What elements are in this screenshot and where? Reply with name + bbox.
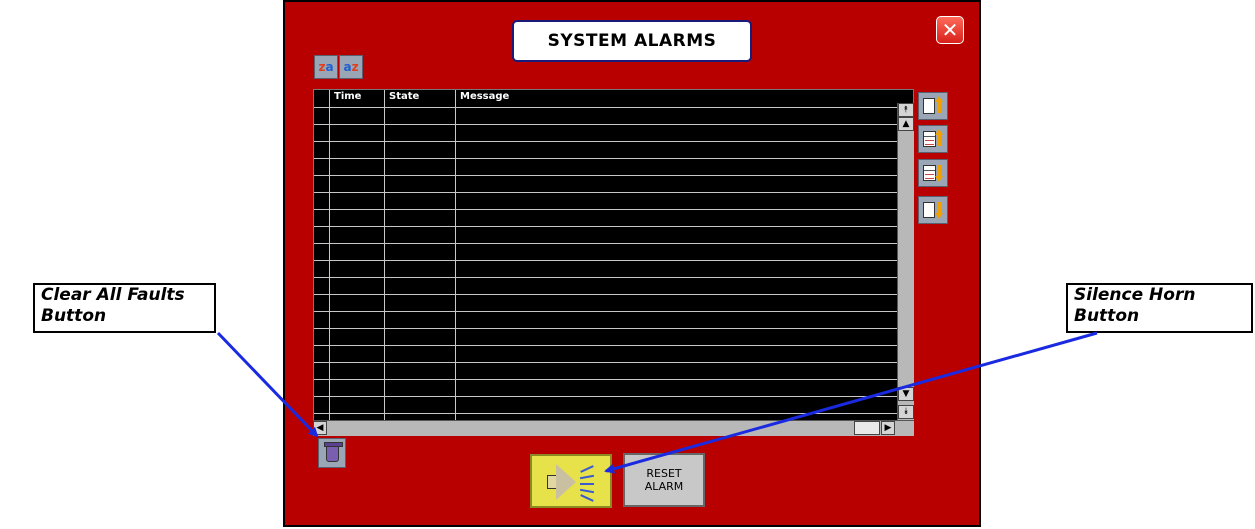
- reset-alarm-label-line1: RESET: [646, 466, 682, 480]
- vertical-scrollbar[interactable]: ⯭ ▲ ▼ ⯯: [897, 103, 914, 422]
- scroll-up-button[interactable]: [918, 125, 948, 153]
- table-row: [314, 277, 913, 278]
- scroll-top-icon[interactable]: ⯭: [898, 103, 914, 117]
- table-row: [314, 413, 913, 414]
- scroll-thumb[interactable]: [854, 421, 880, 435]
- scroll-right-arrow-icon[interactable]: ▶: [881, 421, 895, 435]
- table-row: [314, 396, 913, 397]
- window-title: SYSTEM ALARMS: [512, 20, 752, 62]
- column-divider: [329, 90, 330, 421]
- callout-silence-horn: Silence Horn Button: [1066, 283, 1253, 333]
- close-button[interactable]: ✕: [936, 16, 964, 44]
- table-row: [314, 362, 913, 363]
- scroll-left-arrow-icon[interactable]: ◀: [313, 421, 327, 435]
- column-header-state[interactable]: State: [389, 91, 419, 102]
- alarm-table[interactable]: Time State Message: [313, 89, 914, 422]
- last-page-button[interactable]: [918, 196, 948, 224]
- table-row: [314, 209, 913, 210]
- clear-all-faults-button[interactable]: [318, 438, 346, 468]
- scroll-down-arrow-icon[interactable]: ▼: [898, 387, 914, 401]
- callout-silence-line1: Silence Horn: [1074, 285, 1196, 305]
- sort-b-icon: az: [343, 60, 359, 74]
- callout-clear-all-faults: Clear All Faults Button: [33, 283, 216, 333]
- first-page-button[interactable]: [918, 92, 948, 120]
- table-row: [314, 141, 913, 142]
- table-row: [314, 294, 913, 295]
- alarm-panel: SYSTEM ALARMS ✕ za az Time State Message…: [283, 0, 981, 527]
- table-row: [314, 311, 913, 312]
- table-row: [314, 158, 913, 159]
- callout-clear-line2: Button: [41, 306, 107, 327]
- column-divider: [384, 90, 385, 421]
- callout-silence-line2: Button: [1074, 306, 1140, 327]
- silence-horn-button[interactable]: [530, 454, 612, 508]
- table-row: [314, 192, 913, 193]
- trash-icon: [324, 442, 343, 462]
- table-row: [314, 124, 913, 125]
- table-header: Time State Message: [314, 90, 913, 107]
- table-row: [314, 226, 913, 227]
- scroll-bottom-icon[interactable]: ⯯: [898, 405, 914, 419]
- table-row: [314, 379, 913, 380]
- reset-alarm-label-line2: ALARM: [644, 480, 684, 493]
- table-row: [314, 107, 913, 108]
- table-row: [314, 260, 913, 261]
- scroll-down-button[interactable]: [918, 159, 948, 187]
- horizontal-scrollbar[interactable]: ◀ ▶: [313, 420, 914, 436]
- close-icon: ✕: [941, 18, 959, 42]
- sort-a-icon: za: [318, 60, 334, 74]
- column-header-time[interactable]: Time: [334, 91, 361, 102]
- table-row: [314, 328, 913, 329]
- sort-ascending-button[interactable]: za: [314, 55, 338, 79]
- table-row: [314, 243, 913, 244]
- sort-descending-button[interactable]: az: [339, 55, 363, 79]
- column-header-message[interactable]: Message: [460, 91, 509, 102]
- reset-alarm-button[interactable]: RESET ALARM: [623, 453, 705, 507]
- callout-clear-line1: Clear All Faults: [41, 285, 185, 305]
- scroll-up-arrow-icon[interactable]: ▲: [898, 117, 914, 131]
- table-row: [314, 175, 913, 176]
- column-divider: [455, 90, 456, 421]
- table-row: [314, 345, 913, 346]
